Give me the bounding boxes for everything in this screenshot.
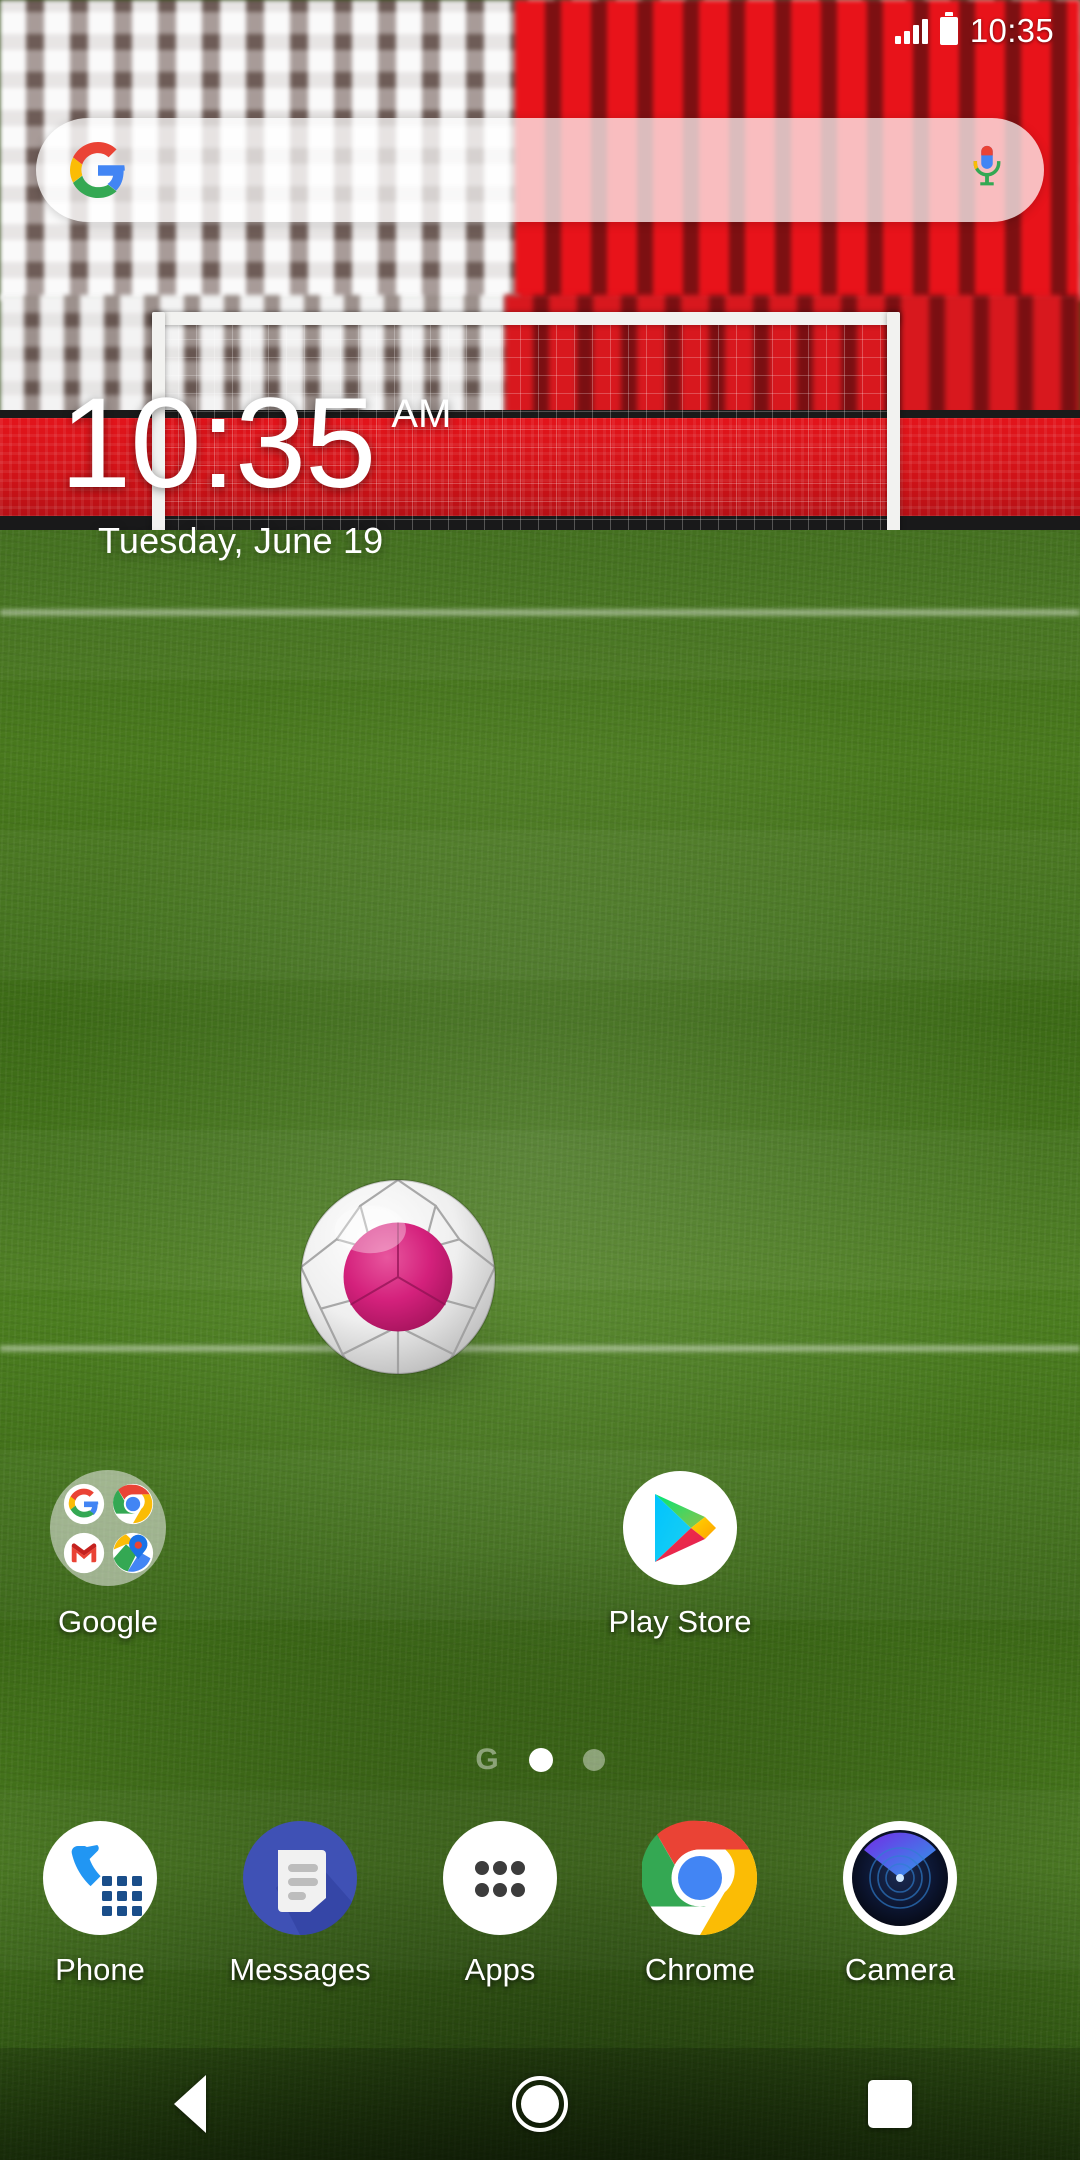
clock-date: Tuesday, June 19 — [98, 520, 384, 561]
dock-item-messages[interactable]: Messages — [200, 1820, 400, 1988]
chrome-icon[interactable] — [640, 1820, 758, 1936]
google-folder-icon[interactable] — [50, 1470, 166, 1586]
gmail-icon — [63, 1532, 105, 1574]
home-app-label: Play Store — [608, 1604, 752, 1639]
play-store-icon[interactable] — [622, 1470, 738, 1586]
google-g-logo-icon — [70, 142, 126, 198]
home-app-google-folder[interactable]: Google — [0, 1470, 216, 1640]
home-app-row: Google Play Store — [0, 1470, 1080, 1670]
signal-bars-icon — [894, 18, 928, 44]
dock-item-camera[interactable]: Camera — [800, 1820, 1000, 1988]
battery-icon — [939, 12, 958, 45]
google-page-glyph-icon[interactable]: G — [475, 1745, 498, 1775]
messages-icon[interactable] — [242, 1820, 358, 1936]
dock-label: Phone — [55, 1952, 145, 1987]
status-bar: 10:35 — [0, 0, 1080, 62]
home-icon — [512, 2076, 568, 2132]
goal-crossbar — [152, 312, 900, 325]
page-indicator: G — [0, 1738, 1080, 1782]
pitch-line-upper — [0, 608, 1080, 617]
soccer-ball-japan-flag-icon — [299, 1178, 497, 1376]
page-dot[interactable] — [582, 1749, 605, 1771]
home-button[interactable] — [480, 2070, 600, 2138]
dock-label: Chrome — [644, 1952, 756, 1987]
chrome-icon — [112, 1483, 154, 1525]
back-icon — [174, 2075, 206, 2133]
dock-label: Apps — [464, 1952, 536, 1987]
dock: Phone Messages Apps Chrome Camera — [0, 1820, 1080, 2040]
pitch-line-lower — [0, 1344, 1080, 1353]
microphone-icon[interactable] — [964, 142, 1010, 198]
google-search-bar[interactable] — [36, 118, 1044, 222]
clock-ampm: AM — [391, 392, 452, 436]
dock-item-apps[interactable]: Apps — [400, 1820, 600, 1988]
maps-icon — [112, 1532, 154, 1574]
status-bar-clock: 10:35 — [969, 12, 1054, 49]
phone-icon[interactable] — [42, 1820, 158, 1936]
google-g-icon — [63, 1483, 105, 1525]
page-dot-active[interactable] — [528, 1748, 553, 1772]
recents-button[interactable] — [830, 2070, 950, 2138]
clock-time: 10:35 — [60, 372, 376, 515]
home-app-label: Google — [58, 1604, 158, 1639]
dock-item-chrome[interactable]: Chrome — [600, 1820, 800, 1988]
camera-icon[interactable] — [842, 1820, 958, 1936]
home-app-play-store[interactable]: Play Store — [572, 1470, 788, 1640]
clock-widget[interactable]: 10:35 AM Tuesday, June 19 — [60, 380, 451, 562]
dock-label: Camera — [844, 1952, 956, 1987]
apps-grid-icon[interactable] — [442, 1820, 558, 1936]
back-button[interactable] — [130, 2070, 250, 2138]
dock-item-phone[interactable]: Phone — [0, 1820, 200, 1988]
navigation-bar — [0, 2048, 1080, 2160]
dock-label: Messages — [229, 1952, 371, 1987]
recents-icon — [868, 2080, 912, 2128]
